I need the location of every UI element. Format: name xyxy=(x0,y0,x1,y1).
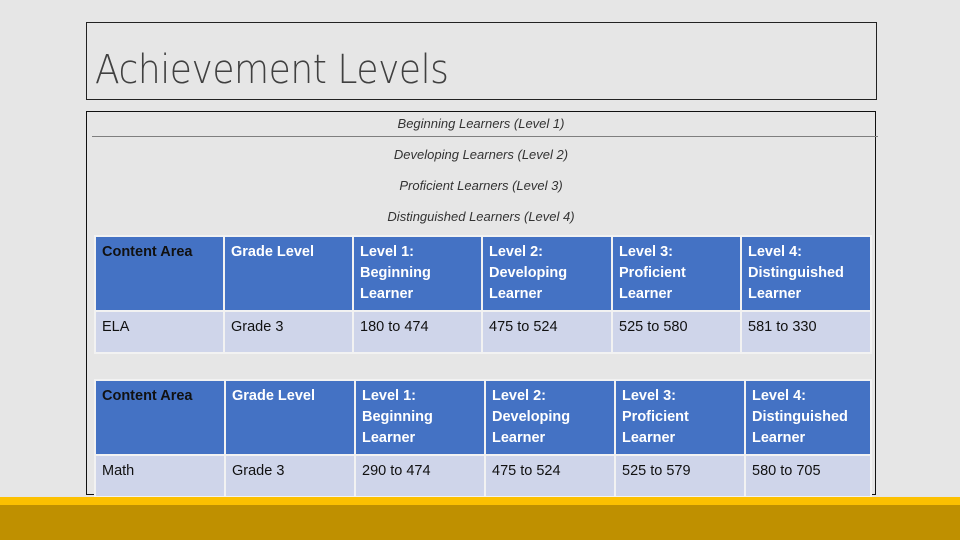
header-content-area: Content Area xyxy=(94,379,226,456)
ela-achievement-table: Content Area Grade Level Level 1: Beginn… xyxy=(94,235,872,354)
cell-level-3-range: 525 to 580 xyxy=(611,310,742,354)
header-grade-level: Grade Level xyxy=(223,235,354,312)
cell-level-3-range: 525 to 579 xyxy=(614,454,746,498)
cell-content-area: Math xyxy=(94,454,226,498)
header-grade-level: Grade Level xyxy=(224,379,356,456)
footer-accent-bar xyxy=(0,497,960,505)
cell-content-area: ELA xyxy=(94,310,225,354)
legend-level-1: Beginning Learners (Level 1) xyxy=(397,116,565,131)
math-achievement-table: Content Area Grade Level Level 1: Beginn… xyxy=(94,379,872,498)
table-header-row: Content Area Grade Level Level 1: Beginn… xyxy=(94,235,872,312)
header-content-area: Content Area xyxy=(94,235,225,312)
cell-level-2-range: 475 to 524 xyxy=(481,310,613,354)
table-header-row: Content Area Grade Level Level 1: Beginn… xyxy=(94,379,872,456)
title-box: Achievement Levels xyxy=(86,22,877,100)
table-row: Math Grade 3 290 to 474 475 to 524 525 t… xyxy=(94,454,872,498)
header-level-1: Level 1: Beginning Learner xyxy=(354,379,486,456)
header-level-3: Level 3: Proficient Learner xyxy=(611,235,742,312)
header-level-3: Level 3: Proficient Learner xyxy=(614,379,746,456)
footer-bar xyxy=(0,505,960,540)
cell-grade-level: Grade 3 xyxy=(224,454,356,498)
header-level-2: Level 2: Developing Learner xyxy=(481,235,613,312)
header-level-4: Level 4: Distinguished Learner xyxy=(744,379,872,456)
cell-grade-level: Grade 3 xyxy=(223,310,354,354)
cell-level-1-range: 180 to 474 xyxy=(352,310,483,354)
legend-level-3: Proficient Learners (Level 3) xyxy=(399,178,563,193)
cell-level-4-range: 581 to 330 xyxy=(740,310,872,354)
cell-level-2-range: 475 to 524 xyxy=(484,454,616,498)
cell-level-4-range: 580 to 705 xyxy=(744,454,872,498)
legend-divider xyxy=(92,136,878,137)
slide-title: Achievement Levels xyxy=(95,47,449,93)
cell-level-1-range: 290 to 474 xyxy=(354,454,486,498)
table-row: ELA Grade 3 180 to 474 475 to 524 525 to… xyxy=(94,310,872,354)
legend-level-4: Distinguished Learners (Level 4) xyxy=(387,209,575,224)
header-level-2: Level 2: Developing Learner xyxy=(484,379,616,456)
header-level-1: Level 1: Beginning Learner xyxy=(352,235,483,312)
header-level-4: Level 4: Distinguished Learner xyxy=(740,235,872,312)
legend-level-2: Developing Learners (Level 2) xyxy=(393,147,569,162)
